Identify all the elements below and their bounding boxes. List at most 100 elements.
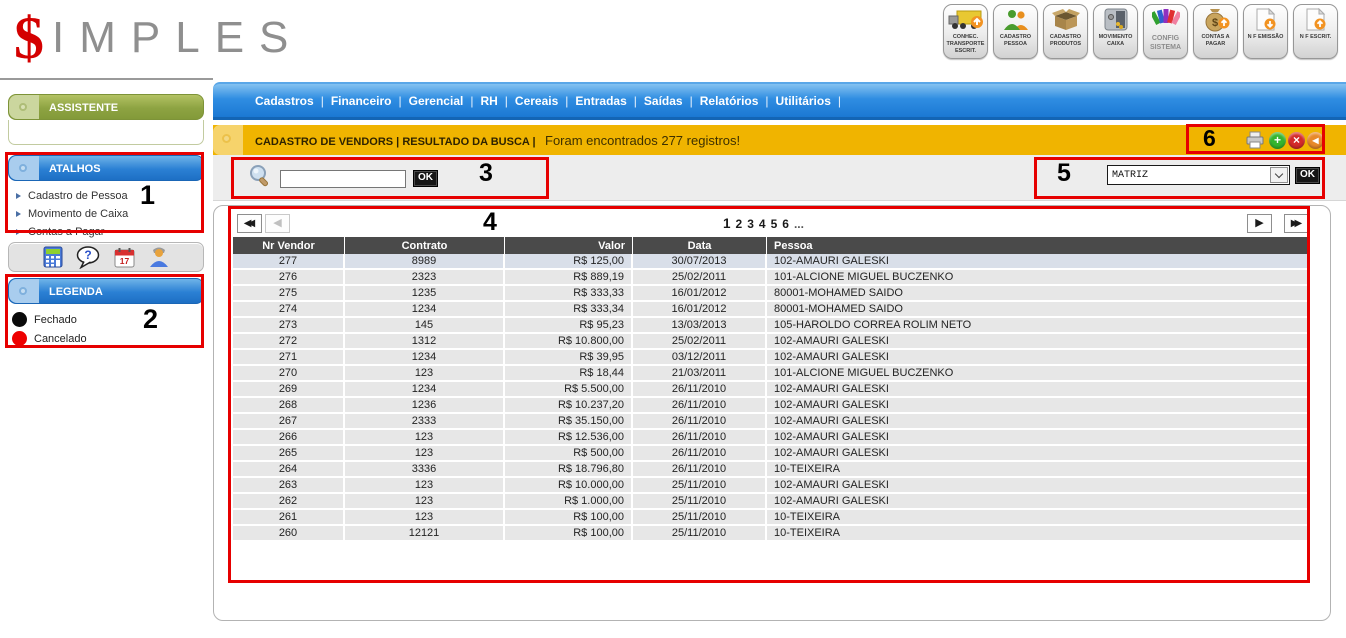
app-button-contas-a-pagar[interactable]: $CONTAS A PAGAR bbox=[1193, 4, 1238, 59]
table-row[interactable]: 261123R$ 100,0025/11/201010-TEIXEIRA bbox=[233, 510, 1309, 526]
cell-valor: R$ 35.150,00 bbox=[505, 414, 633, 430]
sidebar-item-cadastro-de-pessoa[interactable]: Cadastro de Pessoa bbox=[16, 187, 204, 205]
menu-item-entradas[interactable]: Entradas bbox=[575, 94, 626, 108]
nf-up-icon bbox=[1303, 7, 1329, 33]
menu-item-cereais[interactable]: Cereais bbox=[515, 94, 558, 108]
page-number-6[interactable]: 6 bbox=[782, 217, 789, 231]
menu-item-cadastros[interactable]: Cadastros bbox=[255, 94, 314, 108]
table-row[interactable]: 26012121R$ 100,0025/11/201010-TEIXEIRA bbox=[233, 526, 1309, 542]
app-logo: $ IMPLES bbox=[14, 0, 303, 76]
page-number-5[interactable]: 5 bbox=[771, 217, 778, 231]
app-button-label: CONHEC. TRANSPORTE ESCRIT. bbox=[944, 34, 987, 55]
chevron-down-icon[interactable] bbox=[1270, 167, 1288, 183]
table-row[interactable]: 2721312R$ 10.800,0025/02/2011102-AMAURI … bbox=[233, 334, 1309, 350]
cell-contrato: 2333 bbox=[345, 414, 505, 430]
app-button-config-sistema[interactable]: CONFIG SISTEMA bbox=[1143, 4, 1188, 59]
cell-valor: R$ 5.500,00 bbox=[505, 382, 633, 398]
cell-contrato: 123 bbox=[345, 446, 505, 462]
app-button-conhec-transporte-escrit[interactable]: CONHEC. TRANSPORTE ESCRIT. bbox=[943, 4, 988, 59]
first-page-button[interactable]: ◀◀ bbox=[237, 214, 262, 233]
cell-nr-vendor: 266 bbox=[233, 430, 345, 446]
last-page-button[interactable]: ▶▶ bbox=[1284, 214, 1309, 233]
add-icon[interactable]: + bbox=[1269, 132, 1286, 149]
column-header-data[interactable]: Data bbox=[633, 237, 767, 254]
cell-nr-vendor: 276 bbox=[233, 270, 345, 286]
page-number-1[interactable]: 1 bbox=[723, 216, 731, 231]
page-number-3[interactable]: 3 bbox=[747, 217, 754, 231]
page-number-2[interactable]: 2 bbox=[736, 217, 743, 231]
table-row[interactable]: 2778989R$ 125,0030/07/2013102-AMAURI GAL… bbox=[233, 254, 1309, 270]
table-row[interactable]: 2741234R$ 333,3416/01/201280001-MOHAMED … bbox=[233, 302, 1309, 318]
app-button-label: N F ESCRIT. bbox=[1299, 34, 1332, 41]
table-row[interactable]: 2672333R$ 35.150,0026/11/2010102-AMAURI … bbox=[233, 414, 1309, 430]
legend-item-fechado: Fechado bbox=[12, 310, 204, 329]
quick-tools-bar: ? 17 bbox=[8, 242, 204, 272]
sidebar-item-contas-a-pagar[interactable]: Contas a Pagar bbox=[16, 223, 204, 241]
moneybag-icon: $ bbox=[1201, 7, 1231, 33]
assistente-header: ASSISTENTE bbox=[8, 94, 204, 120]
column-header-pessoa[interactable]: Pessoa bbox=[767, 237, 1309, 254]
user-icon[interactable] bbox=[148, 246, 170, 268]
table-row[interactable]: 270123R$ 18,4421/03/2011101-ALCIONE MIGU… bbox=[233, 366, 1309, 382]
calculator-icon[interactable] bbox=[43, 246, 63, 268]
previous-page-button[interactable]: ◀ bbox=[265, 214, 290, 233]
table-row[interactable]: 262123R$ 1.000,0025/11/2010102-AMAURI GA… bbox=[233, 494, 1309, 510]
app-button-cadastro-pessoa[interactable]: CADASTRO PESSOA bbox=[993, 4, 1038, 59]
table-row[interactable]: 2762323R$ 889,1925/02/2011101-ALCIONE MI… bbox=[233, 270, 1309, 286]
cell-contrato: 1234 bbox=[345, 382, 505, 398]
next-page-button[interactable]: ▶ bbox=[1247, 214, 1272, 233]
delete-icon[interactable]: × bbox=[1288, 132, 1305, 149]
cell-pessoa: 102-AMAURI GALESKI bbox=[767, 414, 1309, 430]
legenda-header: LEGENDA bbox=[8, 278, 204, 304]
app-button-cadastro-produtos[interactable]: CADASTRO PRODUTOS bbox=[1043, 4, 1088, 59]
app-button-n-f-escrit[interactable]: N F ESCRIT. bbox=[1293, 4, 1338, 59]
branch-ok-button[interactable]: OK bbox=[1295, 167, 1320, 184]
table-row[interactable]: 265123R$ 500,0026/11/2010102-AMAURI GALE… bbox=[233, 446, 1309, 462]
cell-data: 13/03/2013 bbox=[633, 318, 767, 334]
table-row[interactable]: 2751235R$ 333,3316/01/201280001-MOHAMED … bbox=[233, 286, 1309, 302]
table-row[interactable]: 2643336R$ 18.796,8026/11/201010-TEIXEIRA bbox=[233, 462, 1309, 478]
menu-item-gerencial[interactable]: Gerencial bbox=[409, 94, 464, 108]
menu-separator: | bbox=[838, 94, 841, 108]
cell-data: 26/11/2010 bbox=[633, 398, 767, 414]
table-row[interactable]: 2681236R$ 10.237,2026/11/2010102-AMAURI … bbox=[233, 398, 1309, 414]
main-menu-items: Cadastros|Financeiro|Gerencial|RH|Cereai… bbox=[213, 84, 1346, 108]
column-header-valor[interactable]: Valor bbox=[505, 237, 633, 254]
arrow-right-icon bbox=[16, 193, 21, 199]
sidebar-item-movimento-de-caixa[interactable]: Movimento de Caixa bbox=[16, 205, 204, 223]
app-button-n-f-emissa-o[interactable]: N F EMISSÃO bbox=[1243, 4, 1288, 59]
table-row[interactable]: 263123R$ 10.000,0025/11/2010102-AMAURI G… bbox=[233, 478, 1309, 494]
app-button-movimento-caixa[interactable]: MOVIMENTO CAIXA bbox=[1093, 4, 1138, 59]
assistente-content bbox=[8, 120, 204, 145]
calendar-icon[interactable]: 17 bbox=[114, 247, 135, 268]
search-input[interactable] bbox=[280, 170, 406, 188]
menu-separator: | bbox=[470, 94, 473, 108]
legend-item-cancelado: Cancelado bbox=[12, 329, 204, 348]
cell-valor: R$ 95,23 bbox=[505, 318, 633, 334]
config-icon bbox=[1152, 7, 1180, 33]
table-row[interactable]: 273145R$ 95,2313/03/2013105-HAROLDO CORR… bbox=[233, 318, 1309, 334]
cell-valor: R$ 39,95 bbox=[505, 350, 633, 366]
legenda-widget: LEGENDA FechadoCancelado bbox=[8, 278, 204, 348]
print-icon[interactable] bbox=[1245, 131, 1265, 149]
cell-valor: R$ 10.800,00 bbox=[505, 334, 633, 350]
cell-valor: R$ 100,00 bbox=[505, 526, 633, 542]
branch-selector-group: MATRIZ OK bbox=[1107, 165, 1320, 185]
search-ok-button[interactable]: OK bbox=[413, 170, 438, 187]
table-row[interactable]: 266123R$ 12.536,0026/11/2010102-AMAURI G… bbox=[233, 430, 1309, 446]
app-button-label: CADASTRO PESSOA bbox=[994, 34, 1037, 48]
page-number-4[interactable]: 4 bbox=[759, 217, 766, 231]
menu-item-relato-rios[interactable]: Relatórios bbox=[700, 94, 759, 108]
table-row[interactable]: 2691234R$ 5.500,0026/11/2010102-AMAURI G… bbox=[233, 382, 1309, 398]
menu-item-utilita-rios[interactable]: Utilitários bbox=[776, 94, 831, 108]
menu-item-sai-das[interactable]: Saídas bbox=[644, 94, 683, 108]
menu-item-rh[interactable]: RH bbox=[480, 94, 497, 108]
column-header-contrato[interactable]: Contrato bbox=[345, 237, 505, 254]
back-icon[interactable]: ◀ bbox=[1307, 132, 1324, 149]
help-icon[interactable]: ? bbox=[76, 246, 101, 269]
table-row[interactable]: 2711234R$ 39,9503/12/2011102-AMAURI GALE… bbox=[233, 350, 1309, 366]
branch-select[interactable]: MATRIZ bbox=[1107, 165, 1290, 185]
menu-item-financeiro[interactable]: Financeiro bbox=[331, 94, 392, 108]
column-header-nr-vendor[interactable]: Nr Vendor bbox=[233, 237, 345, 254]
cell-contrato: 123 bbox=[345, 366, 505, 382]
